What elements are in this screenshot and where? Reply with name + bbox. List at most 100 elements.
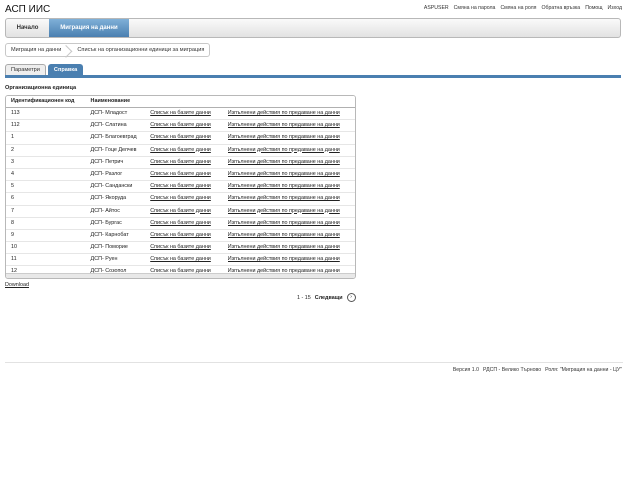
cell-name: ДСП- Айтос: [90, 207, 120, 214]
table-row: 6 ДСП- Якоруда Списък на базите данни Изпъл…: [6, 193, 355, 206]
breadcrumb: Миграция на данни Списък на организацион…: [5, 43, 211, 57]
table-cell: Списък на базите данни: [150, 157, 228, 168]
cell-name: ДСП- Младост: [90, 110, 128, 116]
breadcrumb-item-migration[interactable]: Миграция на данни: [6, 44, 66, 56]
table-cell: 9: [6, 230, 90, 241]
table-cell: Изпълнени действия по предаване на данни: [228, 254, 355, 265]
logout-link[interactable]: Изход: [608, 5, 622, 11]
header-actions: [228, 96, 355, 107]
db-list-link[interactable]: Списък на базите данни: [150, 171, 211, 177]
cell-id-code: 7: [11, 207, 14, 214]
actions-link[interactable]: Изпълнени действия по предаване на данни: [228, 195, 340, 201]
db-list-link[interactable]: Списък на базите данни: [150, 110, 211, 116]
cell-name: ДСП- Петрич: [90, 158, 124, 165]
table-row: 1 ДСП- Благоевград Списък на базите данни И…: [6, 132, 355, 145]
table-cell: ДСП- Разлог: [90, 169, 151, 180]
table-cell: Изпълнени действия по предаване на данни: [228, 132, 355, 143]
table-cell: ДСП- Айтос: [90, 206, 151, 217]
footer-role: Роля: "Миграция на данни - ЦУ": [545, 367, 622, 373]
cell-name: ДСП- Благоевград: [90, 134, 137, 141]
cell-id-code: 9: [11, 231, 14, 238]
table-cell: 5: [6, 181, 90, 192]
table-row: 113 ДСП- Младост Списък на базите данни Изп…: [6, 108, 355, 121]
table-cell: 6: [6, 193, 90, 204]
db-list-link[interactable]: Списък на базите данни: [150, 147, 211, 153]
db-list-link[interactable]: Списък на базите данни: [150, 232, 211, 238]
actions-link[interactable]: Изпълнени действия по предаване на данни: [228, 134, 340, 140]
table-cell: 10: [6, 242, 90, 253]
cell-id-code: 2: [11, 146, 14, 153]
nav-home-tab[interactable]: Начало: [6, 19, 50, 37]
table-footer: [6, 273, 355, 278]
cell-id-code: 113: [11, 110, 20, 116]
table-cell: Изпълнени действия по предаване на данни: [228, 169, 355, 180]
table-row: 4 ДСП- Разлог Списък на базите данни Изпълн…: [6, 169, 355, 182]
table-cell: Списък на базите данни: [150, 132, 228, 143]
actions-link[interactable]: Изпълнени действия по предаване на данни: [228, 122, 340, 128]
cell-id-code: 112: [11, 122, 20, 129]
actions-link[interactable]: Изпълнени действия по предаване на данни: [228, 147, 340, 153]
pager-next-button[interactable]: Следващи: [315, 295, 343, 301]
table-row: 8 ДСП- Бургас Списък на базите данни Изпълн…: [6, 218, 355, 230]
actions-link[interactable]: Изпълнени действия по предаване на данни: [228, 171, 340, 177]
change-password-link[interactable]: Смяна на парола: [454, 5, 496, 11]
db-list-link[interactable]: Списък на базите данни: [150, 244, 211, 250]
cell-name: ДСП- Слатина: [90, 122, 127, 129]
db-list-link[interactable]: Списък на базите данни: [150, 208, 211, 214]
table-cell: Списък на базите данни: [150, 120, 228, 131]
actions-link[interactable]: Изпълнени действия по предаване на данни: [228, 159, 340, 165]
table-cell: ДСП- Сандански: [90, 181, 151, 192]
footer: Версия 1.0 РДСП - Велико Търново Роля: "…: [453, 367, 622, 373]
cell-id-code: 1: [11, 134, 14, 141]
cell-name: ДСП- Поморие: [90, 244, 128, 251]
download-link[interactable]: Download: [5, 282, 29, 288]
cell-name: ДСП- Разлог: [90, 170, 123, 177]
table-cell: Списък на базите данни: [150, 242, 228, 253]
cell-id-code: 3: [11, 158, 14, 165]
actions-link[interactable]: Изпълнени действия по предаване на данни: [228, 208, 340, 214]
actions-link[interactable]: Изпълнени действия по предаване на данни: [228, 110, 340, 116]
app-title: АСП ИИС: [5, 4, 51, 15]
table-cell: ДСП- Карнобат: [90, 230, 151, 241]
actions-link[interactable]: Изпълнени действия по предаване на данни: [228, 183, 340, 189]
header-id-code[interactable]: Идентификационен код: [6, 96, 90, 107]
header-name[interactable]: Наименование: [90, 96, 151, 107]
section-label: Организационна единица: [5, 85, 77, 91]
table-row: 3 ДСП- Петрич Списък на базите данни Изпълн…: [6, 156, 355, 169]
footer-divider: [5, 362, 623, 363]
feedback-link[interactable]: Обратна връзка: [541, 5, 580, 11]
table-cell: ДСП- Руен: [90, 254, 151, 265]
db-list-link[interactable]: Списък на базите данни: [150, 134, 211, 140]
table-cell: ДСП- Слатина: [90, 120, 151, 131]
table-cell: Списък на базите данни: [150, 230, 228, 241]
table-cell: Изпълнени действия по предаване на данни: [228, 157, 355, 168]
table-cell: 11: [6, 254, 90, 265]
footer-version: Версия 1.0: [452, 367, 480, 373]
help-link[interactable]: Помощ: [585, 5, 602, 11]
actions-link[interactable]: Изпълнени действия по предаване на данни: [228, 232, 340, 238]
table-cell: 3: [6, 157, 90, 168]
table-cell: Изпълнени действия по предаване на данни: [228, 145, 355, 156]
table-cell: 112: [6, 120, 90, 131]
db-list-link[interactable]: Списък на базите данни: [150, 220, 211, 226]
db-list-link[interactable]: Списък на базите данни: [150, 183, 211, 189]
table-row: 5 ДСП- Сандански Списък на базите данни Изп…: [6, 181, 355, 194]
tab-underline: [5, 75, 621, 78]
change-role-link[interactable]: Смяна на роля: [500, 5, 536, 11]
nav-migration-tab[interactable]: Миграция на данни: [49, 19, 129, 37]
table-cell: Списък на базите данни: [150, 193, 228, 204]
db-list-link[interactable]: Списък на базите данни: [150, 122, 211, 128]
chevron-right-circle-icon[interactable]: ›: [346, 293, 356, 302]
actions-link[interactable]: Изпълнени действия по предаване на данни: [228, 220, 340, 226]
table-header: Идентификационен код Наименование: [6, 96, 355, 108]
table-cell: Изпълнени действия по предаване на данни: [228, 120, 355, 131]
db-list-link[interactable]: Списък на базите данни: [150, 195, 211, 201]
db-list-link[interactable]: Списък на базите данни: [150, 159, 211, 165]
table-cell: ДСП- Благоевград: [90, 132, 151, 143]
actions-link[interactable]: Изпълнени действия по предаване на данни: [228, 256, 340, 262]
table-cell: 4: [6, 169, 90, 180]
table-cell: 2: [6, 145, 90, 156]
actions-link[interactable]: Изпълнени действия по предаване на данни: [228, 244, 340, 250]
db-list-link[interactable]: Списък на базите данни: [150, 256, 211, 262]
user-link[interactable]: ASPUSER: [424, 5, 449, 11]
